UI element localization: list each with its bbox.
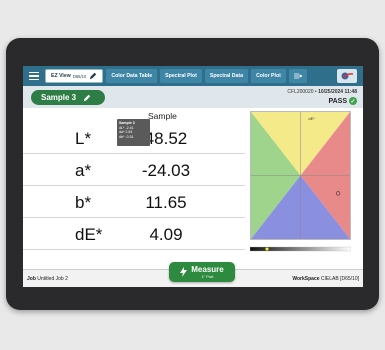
meta-id: CFL200020 <box>287 89 314 95</box>
lightness-slider[interactable] <box>250 245 351 253</box>
tab-color-plot[interactable]: Color Plot <box>251 69 286 83</box>
measure-label: Measure <box>191 265 224 274</box>
measure-button[interactable]: Measure 1" Port <box>169 262 235 282</box>
sample-tooltip: Sample 3 dL* -2.41 da* 2.64 db* -0.51 <box>117 119 150 146</box>
workspace-value: CIELAB [D65/10] <box>320 276 359 282</box>
pencil-icon[interactable] <box>89 72 97 80</box>
sample-header: Sample 3 CFL200020 • 10/25/2024 11:48 PA… <box>23 86 363 108</box>
row-value: 4.09 <box>149 225 183 244</box>
sample-selector[interactable]: Sample 3 <box>31 90 105 105</box>
sample-label: Sample 3 <box>41 93 77 102</box>
pencil-icon <box>83 94 91 101</box>
tablet-device: EZ View D65/10 Color Data Table Spectral… <box>6 38 379 310</box>
app-screen: EZ View D65/10 Color Data Table Spectral… <box>23 66 363 287</box>
job-info: Job Untitled Job 2 <box>27 276 68 282</box>
slider-handle[interactable] <box>264 247 269 251</box>
logo <box>337 69 357 83</box>
status-text: PASS <box>328 97 347 105</box>
sample-meta: CFL200020 • 10/25/2024 11:48 PASS ✓ <box>287 89 357 105</box>
plot-axis-label: dE* <box>308 116 315 121</box>
row-value: -24.03 <box>141 161 191 180</box>
job-value: Untitled Job 2 <box>37 276 68 282</box>
table-row: b* 11.65 <box>23 186 245 218</box>
tab-spectral-data[interactable]: Spectral Data <box>204 69 249 83</box>
tab-color-data-table[interactable]: Color Data Table <box>106 69 158 83</box>
menu-icon[interactable] <box>23 66 45 86</box>
tab-ez-view-label: EZ View <box>51 73 71 79</box>
status-badge: PASS ✓ <box>287 97 357 105</box>
tab-ez-view[interactable]: EZ View D65/10 <box>45 69 104 83</box>
job-key: Job <box>27 276 36 282</box>
meta-datetime: 10/25/2024 11:48 <box>318 89 357 95</box>
row-label: L* <box>75 129 92 148</box>
workspace-key: WorkSpace <box>292 276 320 282</box>
row-value: 11.65 <box>145 193 187 212</box>
workspace-info: WorkSpace CIELAB [D65/10] <box>292 276 359 282</box>
color-difference-plot[interactable]: dE* <box>250 111 351 240</box>
tooltip-line: db* -0.51 <box>119 135 134 140</box>
top-nav: EZ View D65/10 Color Data Table Spectral… <box>23 66 363 86</box>
column-header-sample: Sample <box>148 111 177 121</box>
table-row: dE* 4.09 <box>23 218 245 250</box>
tab-ez-view-sub: D65/10 <box>72 73 87 79</box>
row-label: b* <box>75 193 92 212</box>
check-icon: ✓ <box>349 97 357 105</box>
bolt-icon <box>180 267 188 277</box>
measure-sub: 1" Port <box>201 274 214 279</box>
table-row: a* -24.03 <box>23 154 245 186</box>
more-icon[interactable] <box>288 69 307 83</box>
meta-line: CFL200020 • 10/25/2024 11:48 <box>287 89 357 95</box>
row-label: a* <box>75 161 92 180</box>
tab-spectral-plot[interactable]: Spectral Plot <box>160 69 202 83</box>
row-label: dE* <box>75 225 103 244</box>
